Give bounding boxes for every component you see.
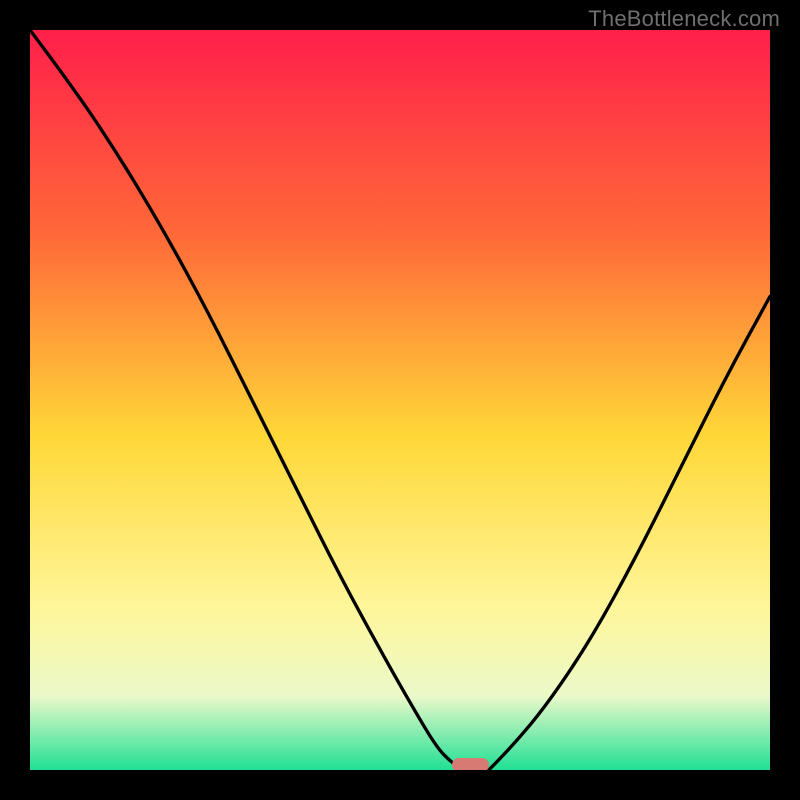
bottleneck-curve [30,30,770,770]
curve-right-segment [489,296,770,770]
chart-frame: TheBottleneck.com [0,0,800,800]
plot-area [30,30,770,770]
minimum-marker [452,758,489,770]
watermark-label: TheBottleneck.com [588,6,780,32]
curve-left-segment [30,30,463,770]
